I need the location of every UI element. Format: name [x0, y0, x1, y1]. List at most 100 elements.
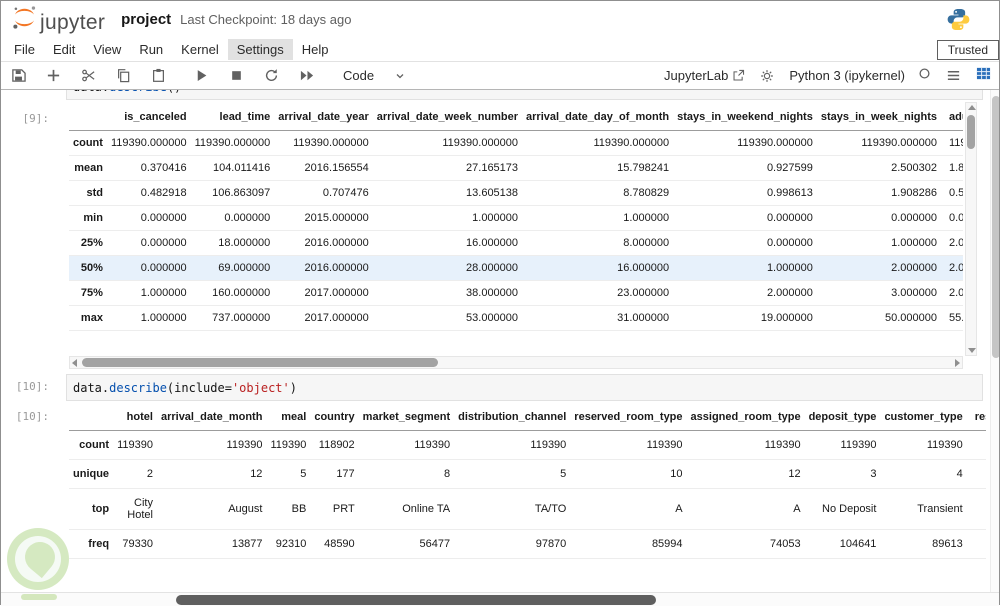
cell-9-code: data.describe(): [73, 90, 181, 94]
notebook-area: data.describe() [9]: is_canceledlead_tim…: [1, 90, 999, 606]
menu-run[interactable]: Run: [130, 39, 172, 60]
copy-cells-button[interactable]: [114, 67, 133, 84]
restart-icon: [265, 69, 278, 81]
kernel-name[interactable]: Python 3 (ipykernel): [789, 68, 905, 83]
cell-value: BB: [291, 503, 307, 515]
settings-gear-button[interactable]: [758, 68, 776, 84]
scroll-down-arrow-icon[interactable]: [968, 348, 976, 353]
scroll-left-arrow-icon[interactable]: [72, 359, 77, 367]
paste-cells-button[interactable]: [149, 67, 168, 84]
hamburger-menu-button[interactable]: [944, 67, 963, 84]
cell-value: 0.927599: [766, 162, 813, 174]
cell-value: 69.000000: [218, 262, 271, 274]
page-horizontal-scrollbar[interactable]: [1, 592, 999, 606]
row-label: top: [91, 503, 110, 515]
chevron-down-icon: [396, 73, 404, 78]
restart-kernel-button[interactable]: [262, 67, 281, 84]
cell-value: 23.000000: [617, 287, 670, 299]
cell-value: 1.000000: [140, 312, 187, 324]
interrupt-kernel-button[interactable]: [227, 67, 246, 84]
save-button[interactable]: [9, 67, 28, 84]
watermark-leaf: [18, 535, 62, 579]
cell-10-code: data.describe(include='object'): [73, 381, 297, 395]
menu-settings[interactable]: Settings: [227, 39, 293, 60]
insert-cell-button[interactable]: [44, 67, 63, 84]
cell-value: 18.000000: [218, 237, 271, 249]
page-vertical-scrollbar[interactable]: [990, 90, 999, 592]
cell-value: 15.798241: [617, 162, 670, 174]
scroll-right-arrow-icon[interactable]: [955, 359, 960, 367]
cell-9-input-clipped[interactable]: data.describe(): [66, 90, 983, 100]
brand-text: jupyter: [40, 10, 106, 34]
column-header: arrival_date_year: [274, 102, 373, 131]
cell-value: 119390.000000: [110, 137, 187, 149]
page-horizontal-scroll-thumb[interactable]: [176, 595, 656, 605]
cell-value: [967, 460, 986, 489]
output-9-vertical-scrollbar[interactable]: [965, 102, 977, 356]
plus-icon: [47, 69, 60, 82]
cell-value: 104.011416: [212, 162, 271, 174]
cell-10-input[interactable]: data.describe(include='object'): [66, 374, 983, 401]
cell-value: 89613: [932, 538, 963, 550]
scissors-icon: [82, 69, 95, 82]
cut-cells-button[interactable]: [79, 67, 98, 84]
cell-value: 119390: [530, 439, 567, 451]
copy-icon: [118, 69, 130, 83]
menu-view[interactable]: View: [84, 39, 130, 60]
cell-value: 5: [300, 468, 307, 480]
jupyter-logo[interactable]: jupyter: [11, 4, 105, 36]
page-vertical-scroll-thumb[interactable]: [992, 96, 999, 358]
run-cell-button[interactable]: [192, 67, 211, 84]
cell-value: 1.000000: [891, 237, 937, 249]
cell-value: 2016.000000: [304, 237, 369, 249]
cell-value: 119390: [226, 439, 263, 451]
save-icon: [12, 69, 26, 82]
horizontal-scroll-thumb[interactable]: [82, 358, 438, 367]
cell-value: 2.00: [949, 262, 963, 274]
panel-grid-icon[interactable]: [976, 66, 991, 86]
jupyterlab-link[interactable]: JupyterLab: [664, 68, 745, 83]
menu-edit[interactable]: Edit: [44, 39, 84, 60]
row-label: std: [86, 187, 103, 199]
cell-value: 2016.000000: [304, 262, 369, 274]
cell-value: 8.780829: [623, 187, 670, 199]
external-link-icon: [733, 69, 745, 81]
cell-value: [967, 489, 986, 530]
jupyter-planet-icon: [11, 4, 38, 36]
cell-value: 2.500302: [891, 162, 937, 174]
cell-value: Transient: [917, 503, 963, 515]
cell-type-dropdown[interactable]: Code: [343, 68, 406, 83]
cell-value: 85994: [651, 538, 683, 550]
paste-icon: [153, 68, 164, 82]
scroll-up-arrow-icon[interactable]: [968, 105, 976, 110]
checkpoint-text: Last Checkpoint: 18 days ago: [180, 12, 352, 27]
cell-value: 2015.000000: [304, 212, 369, 224]
fast-forward-icon: [300, 70, 314, 81]
cell-value: 8.000000: [623, 237, 670, 249]
cell-value: 2017.000000: [304, 312, 369, 324]
notebook-toolbar: Code JupyterLab Python 3 (ipykernel): [1, 62, 999, 90]
cell-value: 119390: [646, 439, 683, 451]
column-header: reserved_room_type: [570, 402, 687, 431]
menu-help[interactable]: Help: [293, 39, 338, 60]
output-10-table-container: hotel arrival_date_month meal country market…: [69, 402, 986, 590]
cell-value: 1.000000: [140, 287, 187, 299]
cell-value: 119390: [840, 439, 877, 451]
row-label: max: [80, 312, 103, 324]
cell-value: 1.85: [949, 162, 963, 174]
menu-kernel[interactable]: Kernel: [172, 39, 228, 60]
notebook-title[interactable]: project: [121, 11, 171, 28]
cell-value: 0.000000: [766, 212, 813, 224]
restart-run-all-button[interactable]: [297, 67, 317, 84]
trusted-button[interactable]: Trusted: [936, 40, 999, 60]
cell-value: 1.000000: [472, 212, 519, 224]
vertical-scroll-thumb[interactable]: [967, 115, 975, 149]
output-prompt-10: [10]:: [15, 410, 49, 423]
menu-file[interactable]: File: [5, 39, 44, 60]
cell-value: 3.000000: [891, 287, 937, 299]
cell-value: 8: [443, 468, 451, 480]
table-row: std 0.482918 106.863097 0.707476 13.605138 8.…: [69, 181, 963, 206]
output-9-horizontal-scrollbar[interactable]: [69, 356, 963, 369]
toolbar-right: JupyterLab Python 3 (ipykernel): [664, 66, 991, 86]
cell-value: 119390: [270, 439, 307, 451]
